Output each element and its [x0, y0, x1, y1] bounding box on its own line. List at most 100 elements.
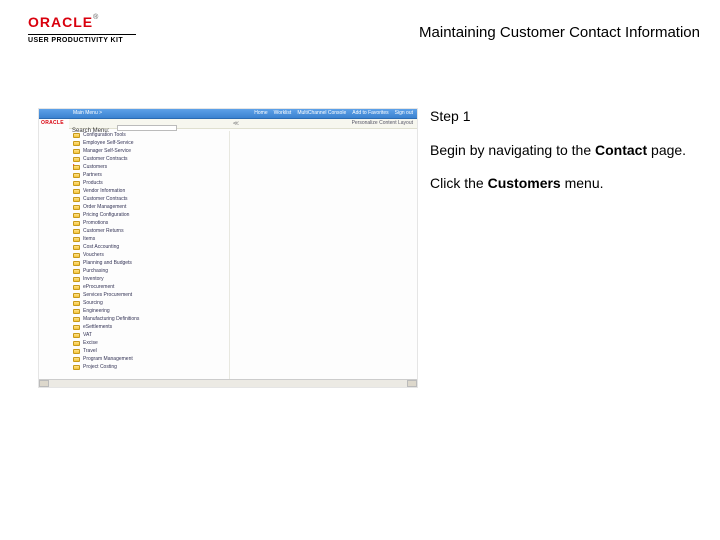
menu-item[interactable]: Vendor Information — [73, 187, 237, 195]
menu-item-label: Manufacturing Definitions — [83, 316, 139, 322]
instruction-line-2: Click the Customers menu. — [430, 175, 700, 193]
menu-item-label: Sourcing — [83, 300, 103, 306]
menu-item-label: Inventory — [83, 276, 104, 282]
nav-home-link[interactable]: Home — [254, 110, 267, 116]
instr2-pre: Click the — [430, 175, 488, 191]
menu-item[interactable]: Vouchers — [73, 251, 237, 259]
nav-worklist-link[interactable]: Worklist — [274, 110, 292, 116]
folder-icon — [73, 141, 80, 146]
menu-item-label: Items — [83, 236, 95, 242]
menu-item[interactable]: Excise — [73, 339, 237, 347]
menu-item[interactable]: Inventory — [73, 275, 237, 283]
menu-item-customers[interactable]: Customers — [73, 163, 237, 171]
menu-item[interactable]: Partners — [73, 171, 237, 179]
menu-item[interactable]: Engineering — [73, 307, 237, 315]
menu-item-label: Cost Accounting — [83, 244, 119, 250]
folder-icon — [73, 269, 80, 274]
folder-icon — [73, 317, 80, 322]
instr1-post: page. — [647, 142, 686, 158]
menu-item[interactable]: Customer Returns — [73, 227, 237, 235]
menu-item-label: Employee Self-Service — [83, 140, 134, 146]
folder-icon — [73, 357, 80, 362]
folder-icon — [73, 149, 80, 154]
menu-item-label: eProcurement — [83, 284, 114, 290]
folder-icon — [73, 253, 80, 258]
folder-icon — [73, 261, 80, 266]
menu-item[interactable]: Configuration Tools — [73, 131, 237, 139]
menu-item[interactable]: Products — [73, 179, 237, 187]
menu-item-label: Customer Returns — [83, 228, 124, 234]
menu-item-label: Engineering — [83, 308, 110, 314]
menu-item-label: Customer Contracts — [83, 156, 127, 162]
folder-icon — [73, 197, 80, 202]
menu-item[interactable]: Services Procurement — [73, 291, 237, 299]
embedded-screenshot: Main Menu > Home Worklist MultiChannel C… — [38, 108, 418, 388]
folder-icon — [73, 365, 80, 370]
folder-icon — [73, 245, 80, 250]
menu-item[interactable]: Customer Contracts — [73, 195, 237, 203]
menu-item[interactable]: Employee Self-Service — [73, 139, 237, 147]
menu-item-label: Vendor Information — [83, 188, 125, 194]
collapse-menu-icon[interactable]: ≪ — [233, 120, 239, 127]
folder-icon — [73, 173, 80, 178]
search-menu-input[interactable] — [117, 125, 177, 131]
folder-icon — [73, 293, 80, 298]
menu-item[interactable]: Customer Contracts — [73, 155, 237, 163]
menu-item-label: Planning and Budgets — [83, 260, 132, 266]
menu-item-label: Manager Self-Service — [83, 148, 131, 154]
folder-icon — [73, 213, 80, 218]
page-title: Maintaining Customer Contact Information — [419, 24, 700, 41]
instr1-pre: Begin by navigating to the — [430, 142, 595, 158]
shot-horizontal-scrollbar[interactable] — [39, 379, 417, 387]
product-line-label: USER PRODUCTIVITY KIT — [28, 37, 136, 44]
folder-icon — [73, 221, 80, 226]
folder-icon — [73, 133, 80, 138]
menu-item[interactable]: Project Costing — [73, 363, 237, 371]
menu-item[interactable]: Manager Self-Service — [73, 147, 237, 155]
menu-item[interactable]: Travel — [73, 347, 237, 355]
brand-logo: ORACLE® USER PRODUCTIVITY KIT — [28, 14, 136, 44]
menu-item[interactable]: Manufacturing Definitions — [73, 315, 237, 323]
menu-item-label: Project Costing — [83, 364, 117, 370]
menu-item[interactable]: Order Management — [73, 203, 237, 211]
menu-item-label: Partners — [83, 172, 102, 178]
menu-item-label: Services Procurement — [83, 292, 132, 298]
folder-icon — [73, 325, 80, 330]
nav-favorites-link[interactable]: Add to Favorites — [352, 110, 388, 116]
folder-icon — [73, 229, 80, 234]
scroll-right-button[interactable] — [407, 380, 417, 387]
menu-item[interactable]: eSettlements — [73, 323, 237, 331]
menu-item[interactable]: Purchasing — [73, 267, 237, 275]
menu-item-label: Products — [83, 180, 103, 186]
menu-item[interactable]: eProcurement — [73, 283, 237, 291]
instruction-line-1: Begin by navigating to the Contact page. — [430, 142, 700, 160]
instr2-post: menu. — [561, 175, 604, 191]
menu-item-label: Order Management — [83, 204, 126, 210]
instruction-panel: Step 1 Begin by navigating to the Contac… — [430, 108, 700, 209]
personalize-links[interactable]: Personalize Content Layout — [352, 120, 413, 126]
nav-multichannel-link[interactable]: MultiChannel Console — [297, 110, 346, 116]
menu-item-label: Customer Contracts — [83, 196, 127, 202]
instr2-bold: Customers — [488, 175, 561, 191]
menu-item[interactable]: Planning and Budgets — [73, 259, 237, 267]
menu-item[interactable]: Cost Accounting — [73, 243, 237, 251]
nav-signout-link[interactable]: Sign out — [395, 110, 413, 116]
trademark-symbol: ® — [93, 14, 98, 21]
folder-icon — [73, 189, 80, 194]
folder-icon — [73, 165, 80, 170]
menu-item[interactable]: Items — [73, 235, 237, 243]
scroll-left-button[interactable] — [39, 380, 49, 387]
menu-item-label: eSettlements — [83, 324, 112, 330]
step-label: Step 1 — [430, 108, 700, 126]
shot-search-row: Search Menu: ≪ Personalize Content Layou… — [69, 119, 417, 129]
shot-top-nav-bar: Main Menu > Home Worklist MultiChannel C… — [39, 109, 417, 119]
menu-item[interactable]: VAT — [73, 331, 237, 339]
folder-icon — [73, 341, 80, 346]
menu-item[interactable]: Sourcing — [73, 299, 237, 307]
menu-item[interactable]: Promotions — [73, 219, 237, 227]
menu-item[interactable]: Program Management — [73, 355, 237, 363]
menu-item[interactable]: Pricing Configuration — [73, 211, 237, 219]
folder-icon — [73, 205, 80, 210]
folder-icon — [73, 333, 80, 338]
shot-breadcrumb[interactable]: Main Menu > — [73, 110, 102, 116]
